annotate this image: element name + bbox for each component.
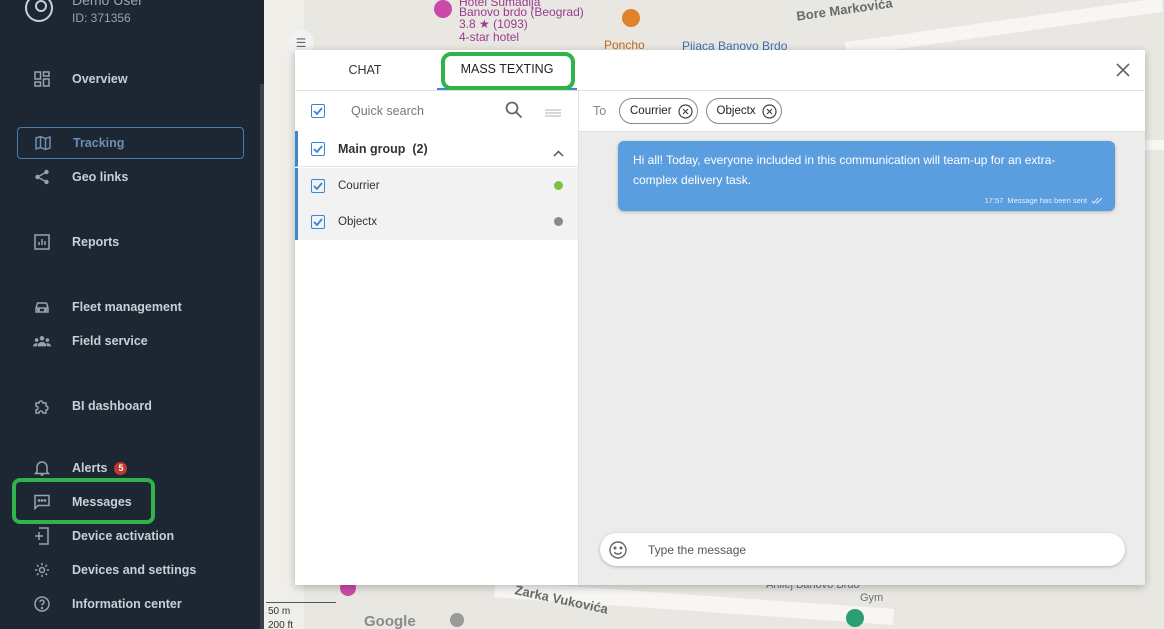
user-avatar-icon[interactable] — [25, 0, 53, 22]
status-dot — [554, 181, 563, 190]
gear-icon — [33, 561, 51, 579]
sidebar-item-fleet-management[interactable]: Fleet management — [17, 291, 244, 323]
sidebar-item-overview[interactable]: Overview — [17, 63, 244, 95]
help-icon — [33, 595, 51, 613]
puzzle-icon — [33, 397, 51, 415]
alerts-count-badge: 5 — [114, 461, 128, 475]
sidebar-item-reports[interactable]: Reports — [17, 226, 244, 258]
search-icon[interactable] — [505, 101, 523, 124]
dialog-header: CHAT MASS TEXTING — [295, 50, 1145, 91]
filter-icon[interactable] — [544, 105, 562, 123]
message-status: Message has been sent — [1007, 196, 1087, 205]
tab-chat[interactable]: CHAT — [295, 50, 435, 90]
sidebar-item-tracking[interactable]: Tracking — [17, 127, 244, 159]
share-icon — [33, 168, 51, 186]
object-label: Courrier — [338, 180, 380, 192]
select-all-checkbox[interactable] — [311, 104, 325, 118]
map-scale: 50 m 200 ft — [266, 602, 336, 629]
map-icon — [34, 134, 52, 152]
people-icon — [33, 332, 51, 350]
map-label-hotel-rating: 3.8 ★ (1093) — [459, 17, 528, 31]
gym-pin-icon[interactable] — [846, 609, 864, 627]
recipient-chip-label: Objectx — [716, 105, 756, 117]
mass-texting-highlight-annotation — [441, 52, 575, 90]
sidebar: Demo User ID: 371356 Overview Tracking G… — [0, 0, 264, 629]
recipient-chip-label: Courrier — [630, 105, 672, 117]
user-id: ID: 371356 — [72, 11, 131, 25]
recipient-chip[interactable]: Courrier — [619, 98, 698, 124]
bell-icon — [33, 459, 51, 477]
sidebar-item-information-center[interactable]: Information center — [17, 588, 244, 620]
device-add-icon — [33, 527, 51, 545]
map-label-hotel-class: 4-star hotel — [459, 30, 520, 44]
message-input[interactable] — [646, 541, 1090, 558]
list-item[interactable]: Courrier — [295, 168, 578, 204]
google-logo: Google — [364, 613, 416, 629]
search-row — [295, 91, 578, 131]
sidebar-item-label: Devices and settings — [72, 563, 197, 577]
group-row-main[interactable]: Main group (2) — [295, 131, 578, 167]
close-icon[interactable] — [1113, 60, 1133, 80]
status-dot — [554, 217, 563, 226]
list-item[interactable]: Objectx — [295, 204, 578, 240]
sidebar-item-field-service[interactable]: Field service — [17, 325, 244, 357]
message-text: Hi all! Today, everyone included in this… — [633, 153, 1056, 187]
sent-message-bubble[interactable]: Hi all! Today, everyone included in this… — [618, 141, 1115, 211]
user-name: Demo User — [72, 0, 143, 8]
map-label-bore: Bore Markovića — [795, 0, 894, 24]
to-label: To — [593, 104, 607, 118]
message-meta: 17:57 Message has been sent — [985, 196, 1103, 205]
object-checkbox[interactable] — [311, 179, 325, 193]
message-composer — [600, 533, 1125, 566]
sidebar-item-label: Reports — [72, 235, 120, 249]
double-check-icon — [1091, 197, 1103, 204]
car-icon — [33, 298, 51, 316]
sidebar-item-label: Geo links — [72, 170, 129, 184]
sidebar-item-label: BI dashboard — [72, 399, 152, 413]
messages-dialog: CHAT MASS TEXTING Main group (2) — [295, 50, 1145, 585]
sidebar-item-geo-links[interactable]: Geo links — [17, 161, 244, 193]
group-checkbox[interactable] — [311, 141, 325, 156]
emoji-icon[interactable] — [608, 540, 628, 560]
object-label: Objectx — [338, 216, 377, 228]
chart-icon — [33, 233, 51, 251]
sidebar-item-label: Tracking — [73, 136, 125, 150]
hotel-pin-icon[interactable] — [434, 0, 452, 18]
sidebar-item-label: Fleet management — [72, 300, 182, 314]
remove-recipient-icon[interactable] — [761, 103, 777, 119]
chevron-up-icon[interactable] — [553, 144, 564, 162]
dashboard-icon — [33, 70, 51, 88]
recipients-row: To Courrier Objectx — [579, 91, 1145, 132]
sidebar-item-label: Alerts — [72, 461, 108, 475]
map-label-gym-type: Gym — [860, 592, 884, 604]
sidebar-item-device-activation[interactable]: Device activation — [17, 520, 244, 552]
group-count: (2) — [412, 141, 428, 156]
recipient-list-panel: Main group (2) Courrier Objectx — [295, 91, 579, 585]
sidebar-item-devices-settings[interactable]: Devices and settings — [17, 554, 244, 586]
object-checkbox[interactable] — [311, 215, 325, 229]
group-label: Main group — [338, 141, 406, 156]
sidebar-item-label: Device activation — [72, 529, 175, 543]
messages-highlight-annotation — [12, 478, 155, 524]
sidebar-item-label: Overview — [72, 72, 128, 86]
recipient-chip[interactable]: Objectx — [705, 98, 782, 124]
place-pin-icon[interactable] — [450, 613, 464, 627]
restaurant-pin-icon[interactable] — [622, 9, 640, 27]
remove-recipient-icon[interactable] — [677, 103, 693, 119]
conversation-panel: To Courrier Objectx Hi all! Today, every… — [579, 91, 1145, 585]
message-time: 17:57 — [984, 196, 1004, 205]
sidebar-scrollbar[interactable] — [260, 84, 264, 629]
sidebar-item-bi-dashboard[interactable]: BI dashboard — [17, 390, 244, 422]
search-input[interactable] — [349, 103, 503, 119]
sidebar-item-label: Field service — [72, 334, 148, 348]
sidebar-item-label: Information center — [72, 597, 182, 611]
